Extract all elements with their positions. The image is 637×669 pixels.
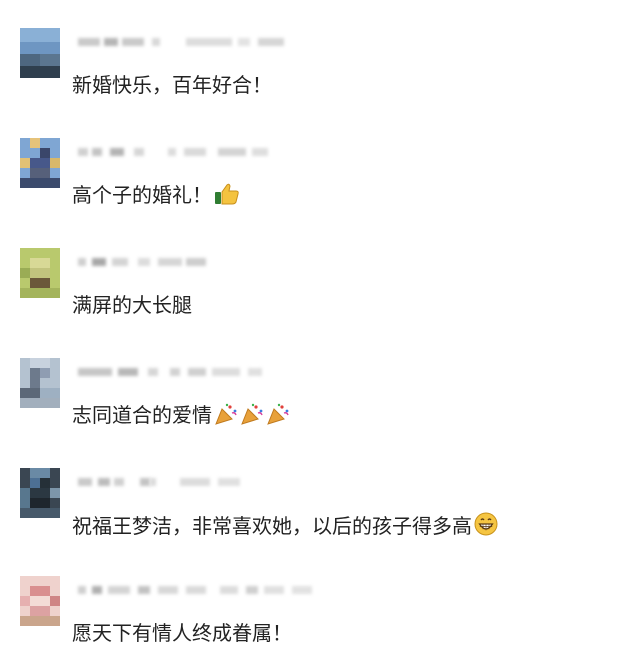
grinning-face-icon: [474, 512, 498, 542]
username-blurred: [78, 34, 308, 50]
avatar[interactable]: [20, 248, 60, 298]
party-popper-icon: [266, 403, 290, 431]
username-blurred: [78, 254, 308, 270]
comment-item: 愿天下有情人终成眷属！: [20, 576, 620, 666]
avatar[interactable]: [20, 28, 60, 78]
comment-item: 新婚快乐，百年好合！: [20, 28, 620, 118]
avatar[interactable]: [20, 358, 60, 408]
username-blurred: [78, 144, 308, 160]
comment-text: 满屏的大长腿: [72, 293, 192, 317]
comment-item: 高个子的婚礼！: [20, 138, 620, 228]
avatar[interactable]: [20, 468, 60, 518]
username-blurred: [78, 364, 308, 380]
comment-text: 志同道合的爱情: [72, 402, 290, 431]
party-popper-icon: [214, 403, 238, 431]
username-blurred: [78, 582, 312, 598]
party-popper-icon: [240, 403, 264, 431]
comment-text: 祝福王梦洁，非常喜欢她，以后的孩子得多高: [72, 512, 498, 542]
comment-text: 高个子的婚礼！: [72, 182, 240, 211]
avatar[interactable]: [20, 138, 60, 188]
comment-item: 满屏的大长腿: [20, 248, 620, 338]
thumbs-up-icon: [214, 183, 240, 211]
comment-text: 愿天下有情人终成眷属！: [72, 621, 292, 645]
comment-item: 祝福王梦洁，非常喜欢她，以后的孩子得多高: [20, 468, 620, 558]
username-blurred: [78, 474, 308, 490]
comment-text: 新婚快乐，百年好合！: [72, 73, 272, 97]
avatar[interactable]: [20, 576, 60, 626]
comment-item: 志同道合的爱情: [20, 358, 620, 448]
